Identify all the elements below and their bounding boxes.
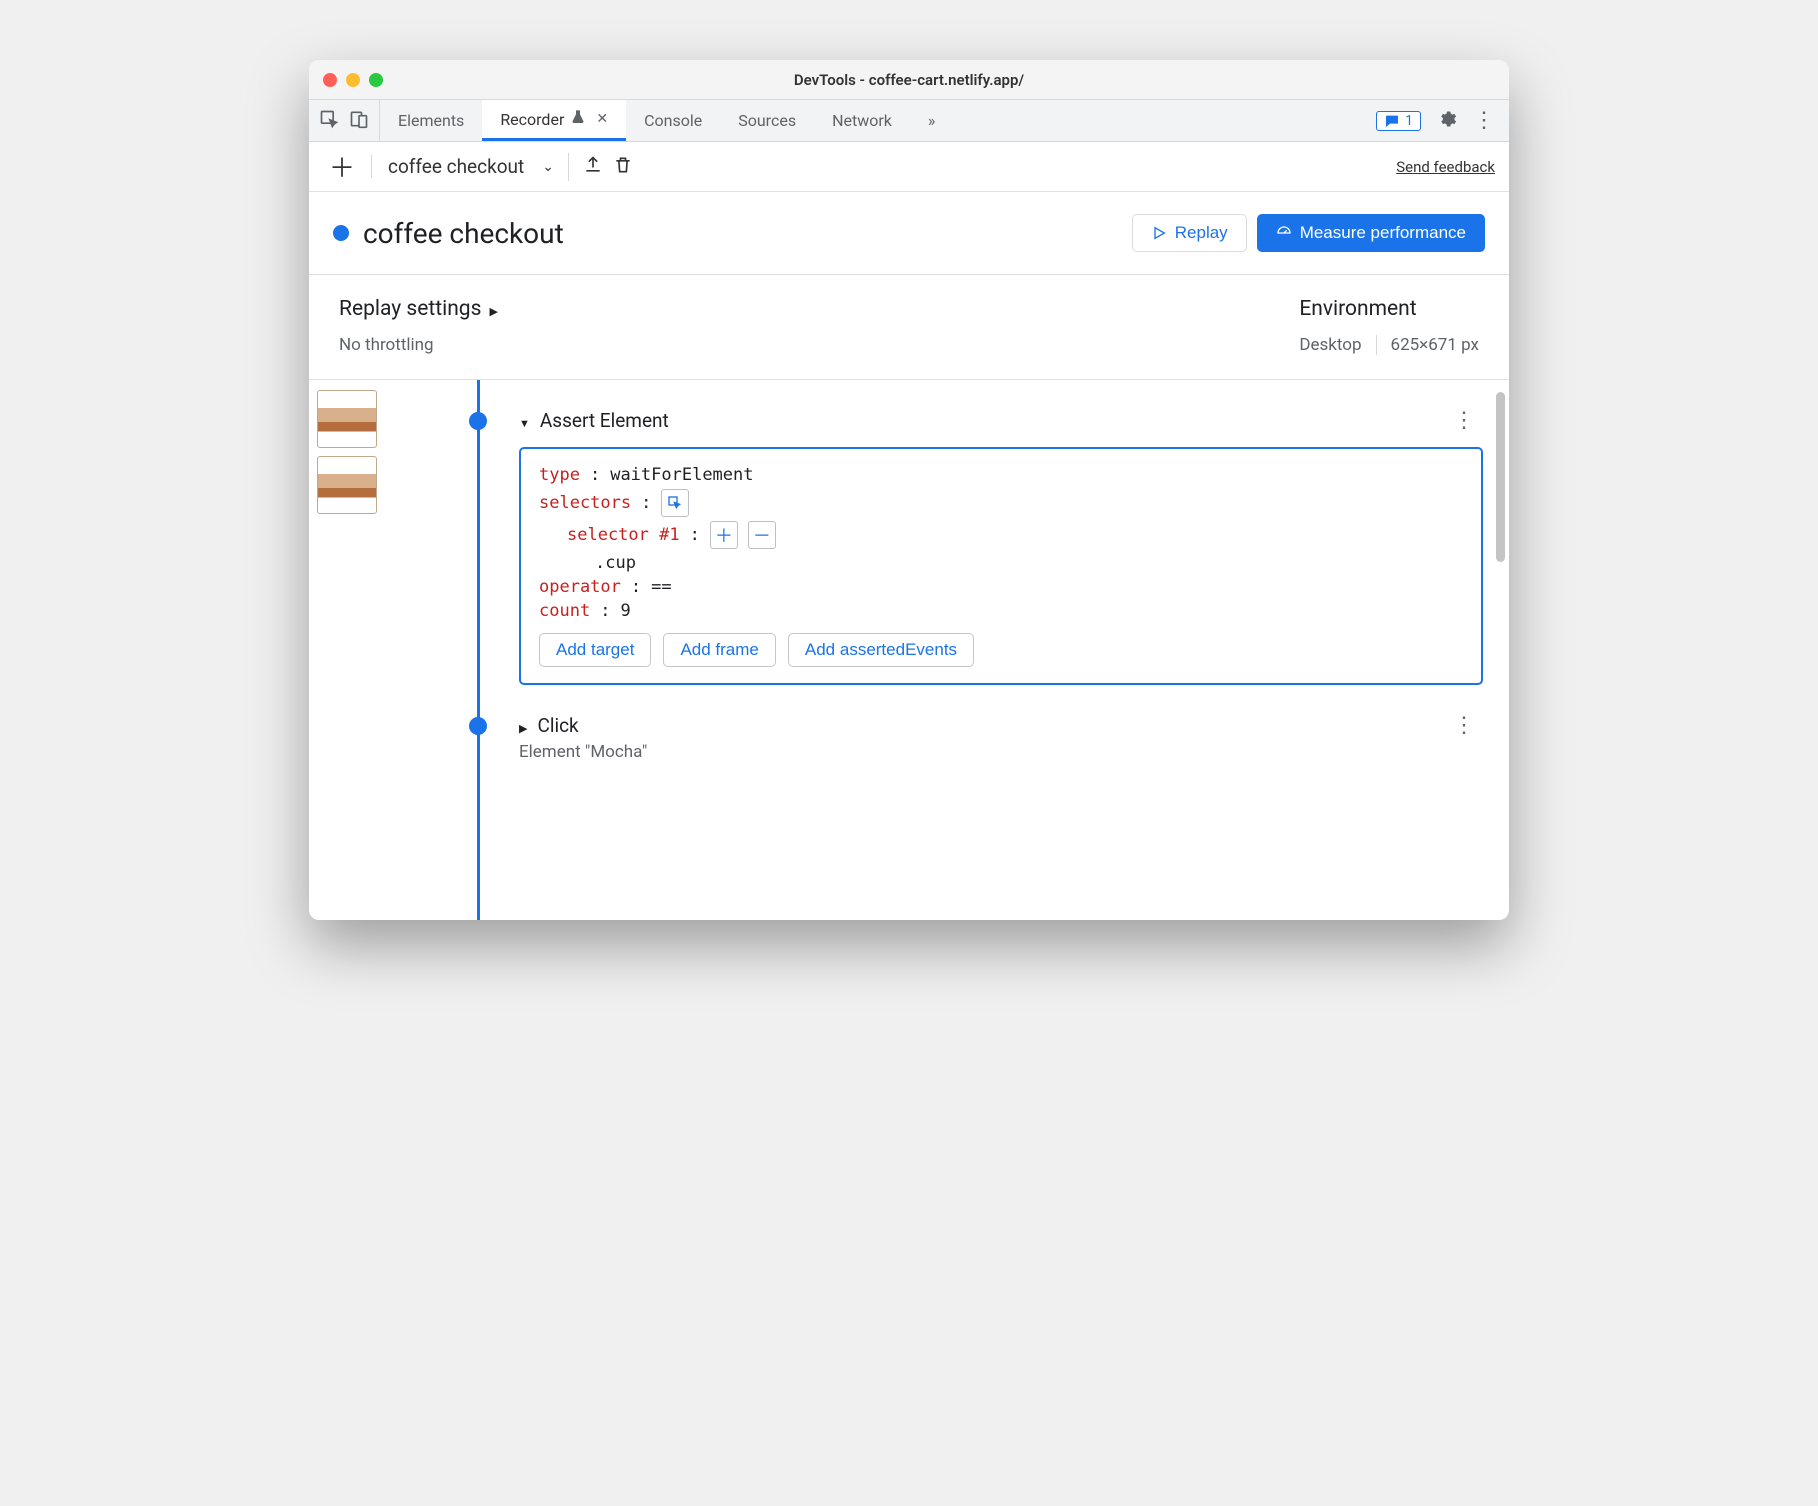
close-tab-icon[interactable]: ✕ (596, 111, 608, 127)
gauge-icon (1276, 225, 1292, 241)
environment-label: Environment (1299, 297, 1479, 321)
inspect-element-icon[interactable] (319, 109, 339, 133)
titlebar: DevTools - coffee-cart.netlify.app/ (309, 60, 1509, 100)
play-icon (1151, 225, 1167, 241)
settings-row: Replay settings No throttling Environmen… (309, 275, 1509, 380)
step-title: Click (537, 714, 578, 737)
issues-badge[interactable]: 1 (1376, 111, 1421, 131)
operator-value[interactable]: == (651, 577, 671, 597)
send-feedback-link[interactable]: Send feedback (1396, 158, 1495, 176)
viewport-size: 625×671 px (1391, 335, 1479, 355)
tab-elements[interactable]: Elements (380, 100, 482, 141)
scrollbar[interactable] (1496, 392, 1505, 562)
step-details: type: waitForElement selectors: selector… (519, 447, 1483, 685)
step-subtitle: Element "Mocha" (519, 742, 1483, 762)
chevrons-right-icon: » (928, 111, 936, 130)
export-icon[interactable] (583, 155, 603, 179)
device-toggle-icon[interactable] (349, 109, 369, 133)
count-value[interactable]: 9 (620, 601, 630, 621)
status-indicator (333, 225, 349, 241)
add-target-button[interactable]: Add target (539, 633, 651, 667)
chat-icon (1384, 113, 1400, 129)
screenshot-column (309, 380, 449, 920)
recording-header: coffee checkout Replay Measure performan… (309, 192, 1509, 275)
chevron-right-icon (489, 297, 497, 321)
inspect-tools (309, 100, 380, 141)
tab-recorder[interactable]: Recorder ✕ (482, 100, 626, 141)
add-selector-button[interactable]: ＋ (710, 521, 738, 549)
recorder-toolbar: ＋ coffee checkout ⌄ Send feedback (309, 142, 1509, 192)
selector-value[interactable]: .cup (595, 553, 636, 573)
step-thumbnail[interactable] (317, 390, 377, 448)
tab-sources[interactable]: Sources (720, 100, 814, 141)
expand-toggle-icon[interactable] (519, 714, 527, 737)
pick-selector-button[interactable] (661, 489, 689, 517)
gear-icon[interactable] (1437, 109, 1457, 133)
flask-icon (570, 109, 586, 129)
replay-button[interactable]: Replay (1132, 214, 1247, 252)
recording-selector[interactable]: coffee checkout ⌄ (371, 155, 554, 178)
step-click: Click ⋮ Element "Mocha" (449, 713, 1483, 762)
kebab-menu-icon[interactable]: ⋮ (1473, 108, 1495, 133)
step-thumbnail[interactable] (317, 456, 377, 514)
step-menu-icon[interactable]: ⋮ (1453, 408, 1483, 433)
steps-column: Assert Element ⋮ type: waitForElement se… (449, 380, 1509, 920)
delete-icon[interactable] (613, 155, 633, 179)
panel-tabbar: Elements Recorder ✕ Console Sources Netw… (309, 100, 1509, 142)
new-recording-button[interactable]: ＋ (323, 148, 361, 185)
window-title: DevTools - coffee-cart.netlify.app/ (309, 71, 1509, 89)
replay-settings-toggle[interactable]: Replay settings (339, 297, 1299, 321)
step-menu-icon[interactable]: ⋮ (1453, 713, 1483, 738)
measure-performance-button[interactable]: Measure performance (1257, 214, 1485, 252)
tab-network[interactable]: Network (814, 100, 910, 141)
tab-console[interactable]: Console (626, 100, 720, 141)
devtools-window: DevTools - coffee-cart.netlify.app/ Elem… (309, 60, 1509, 920)
step-marker[interactable] (469, 717, 487, 735)
tab-overflow[interactable]: » (910, 100, 954, 141)
add-frame-button[interactable]: Add frame (663, 633, 775, 667)
panel-tabs: Elements Recorder ✕ Console Sources Netw… (380, 100, 1362, 141)
throttling-value: No throttling (339, 335, 1299, 355)
add-asserted-events-button[interactable]: Add assertedEvents (788, 633, 974, 667)
remove-selector-button[interactable]: － (748, 521, 776, 549)
chevron-down-icon: ⌄ (542, 159, 554, 175)
timeline-area: Assert Element ⋮ type: waitForElement se… (309, 380, 1509, 920)
recording-title: coffee checkout (363, 217, 1132, 250)
step-assert-element: Assert Element ⋮ type: waitForElement se… (449, 408, 1483, 685)
device-type: Desktop (1299, 335, 1361, 355)
collapse-toggle-icon[interactable] (519, 409, 530, 432)
step-marker[interactable] (469, 412, 487, 430)
step-title: Assert Element (540, 409, 669, 432)
